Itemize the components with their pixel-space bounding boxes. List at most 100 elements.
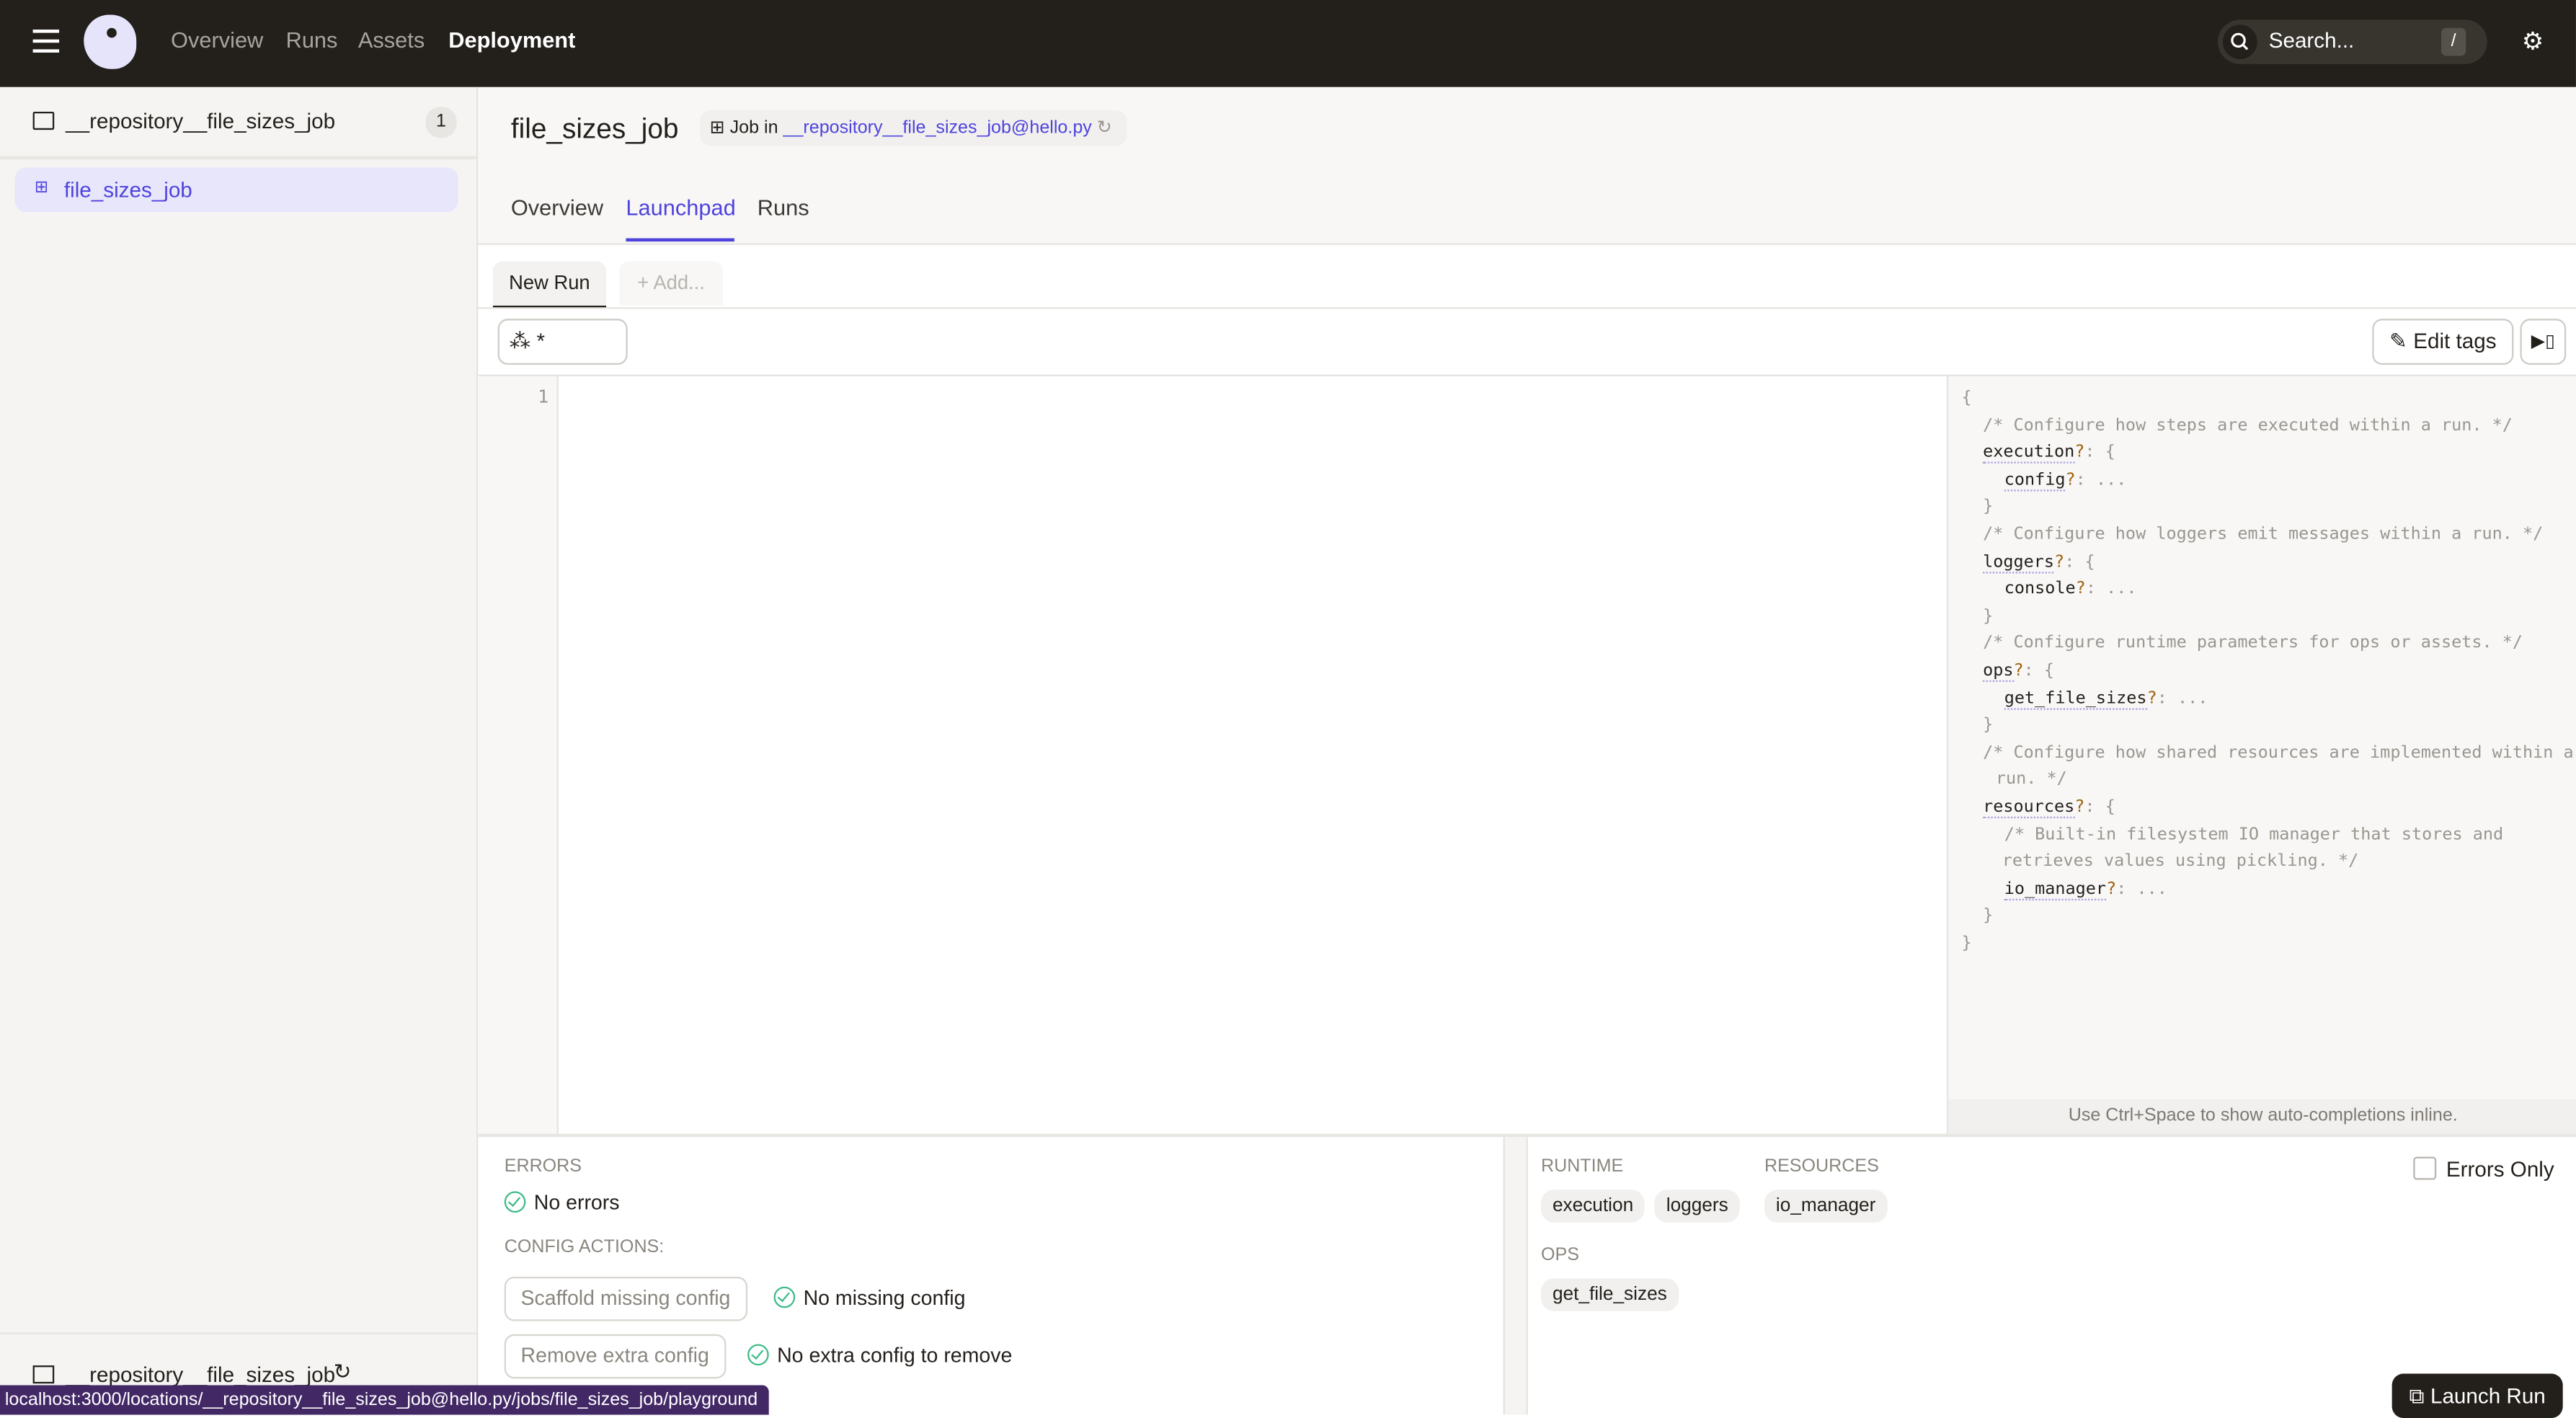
editor-gutter: 1 [478, 376, 559, 1134]
nav-overview[interactable]: Overview [171, 28, 263, 53]
remove-extra-config-button[interactable]: Remove extra config [504, 1334, 726, 1379]
nav-runs[interactable]: Runs [286, 28, 338, 53]
schema-line: run. */ [1996, 770, 2067, 796]
job-graph-icon: ⊞ [709, 118, 725, 138]
schema-punct: ? [2146, 688, 2157, 708]
schema-key: io_manager [2004, 878, 2107, 900]
schema-line: } [1983, 906, 1993, 932]
schema-punct: } [1983, 497, 1994, 517]
schema-line: /* Built-in filesystem IO manager that s… [2004, 824, 2503, 850]
schema-punct: { [1961, 387, 1972, 408]
schema-punct: } [1961, 933, 1972, 953]
line-number: 1 [538, 386, 549, 408]
tab-runs[interactable]: Runs [758, 195, 809, 220]
dagster-logo[interactable] [84, 14, 137, 69]
config-editor[interactable]: 1 [478, 376, 1945, 1134]
schema-line: /* Configure how steps are executed with… [1983, 415, 2513, 441]
schema-line: /* Configure how shared resources are im… [1983, 743, 2574, 768]
tab-launchpad[interactable]: Launchpad [626, 195, 735, 220]
schema-line: config?: ... [2004, 469, 2127, 495]
config-item-io-manager[interactable]: io_manager [1764, 1189, 1888, 1223]
check-circle-icon [773, 1286, 796, 1308]
footer-repo-name[interactable]: __repository__file_sizes_job [66, 1362, 335, 1387]
repo-link[interactable]: __repository__file_sizes_job@hello.py [783, 118, 1092, 138]
reload-icon[interactable]: ↻ [334, 1359, 352, 1385]
panel-splitter[interactable] [1503, 1137, 1528, 1415]
nav-deployment[interactable]: Deployment [448, 28, 575, 53]
config-item-get-file-sizes[interactable]: get_file_sizes [1540, 1278, 1679, 1311]
reload-icon[interactable]: ↻ [1097, 118, 1112, 138]
op-selector-input[interactable]: ⁂ * [497, 319, 628, 365]
toggle-config-panel-button[interactable]: ▶▯ [2520, 319, 2567, 365]
schema-key: execution [1983, 442, 2074, 464]
config-item-execution[interactable]: execution [1540, 1189, 1645, 1223]
folder-icon [32, 111, 55, 130]
page-title: file_sizes_job [510, 113, 679, 145]
op-selector-value: * [536, 328, 546, 354]
scaffold-missing-config-button[interactable]: Scaffold missing config [504, 1277, 747, 1321]
sidebar-item-file-sizes-job[interactable]: ⊞ file_sizes_job [14, 167, 458, 213]
status-url: localhost:3000/locations/__repository__f… [4, 1390, 758, 1410]
schema-punct: ? [2074, 797, 2085, 817]
config-item-loggers[interactable]: loggers [1654, 1189, 1740, 1223]
sidebar: __repository__file_sizes_job 1 ⊞ file_si… [0, 87, 479, 1415]
checkbox-box[interactable] [2413, 1156, 2437, 1180]
errors-label: ERRORS [504, 1156, 582, 1177]
pencil-icon: ✎ [2389, 328, 2407, 354]
config-tree-panel: RUNTIME execution loggers RESOURCES io_ma… [1526, 1137, 2575, 1418]
config-actions-label: CONFIG ACTIONS: [504, 1237, 665, 1257]
repo-header[interactable]: __repository__file_sizes_job 1 [0, 87, 476, 160]
schema-line: console?: ... [2004, 579, 2137, 605]
autocomplete-hint: Use Ctrl+Space to show auto-completions … [1948, 1099, 2576, 1134]
no-errors-status: No errors [504, 1191, 620, 1214]
search-input[interactable]: Search... / [2218, 19, 2487, 64]
schema-key: config [2004, 469, 2066, 492]
check-circle-icon [747, 1344, 769, 1366]
menu-icon[interactable] [32, 30, 60, 53]
schema-key: loggers [1983, 551, 2054, 573]
schema-line: retrieves values using pickling. */ [2002, 851, 2359, 877]
schema-comment: /* Configure how steps are executed with… [1983, 415, 2513, 435]
schema-punct: : ... [2075, 469, 2127, 489]
nav-assets[interactable]: Assets [358, 28, 425, 53]
launch-run-button[interactable]: ⧉ Launch Run [2391, 1373, 2563, 1418]
schema-key: ops [1983, 660, 2014, 682]
schema-punct: } [1983, 714, 1994, 735]
launch-run-label: Launch Run [2430, 1383, 2546, 1409]
schema-docs: { /* Configure how steps are executed wit… [1948, 388, 2576, 1094]
job-in-label: Job in [729, 118, 778, 138]
schema-punct: ? [2075, 578, 2086, 599]
schema-line: } [1983, 606, 1993, 632]
no-missing-config-status: No missing config [773, 1286, 965, 1310]
schema-comment: /* Configure runtime parameters for ops … [1983, 633, 2523, 653]
schema-line: io_manager?: ... [2004, 878, 2167, 905]
schema-line: loggers?: { [1983, 551, 2095, 577]
errors-only-label: Errors Only [2446, 1156, 2554, 1182]
add-session-button[interactable]: + Add... [619, 261, 723, 306]
schema-punct: ? [2054, 551, 2065, 572]
schema-comment: run. */ [1995, 769, 2067, 789]
errors-only-checkbox[interactable]: Errors Only [2413, 1156, 2554, 1182]
session-tab-new-run[interactable]: New Run [492, 261, 607, 309]
job-location-tag: ⊞ Job in __repository__file_sizes_job@he… [699, 110, 1127, 146]
panel-toggle-icon: ▶▯ [2531, 332, 2555, 352]
top-nav-bar: Overview Runs Assets Deployment Search..… [0, 0, 2576, 87]
schema-line: get_file_sizes?: ... [2004, 688, 2208, 714]
schema-key: get_file_sizes [2004, 688, 2147, 709]
search-placeholder: Search... [2268, 27, 2355, 53]
schema-comment: retrieves values using pickling. */ [2002, 851, 2359, 872]
edit-tags-button[interactable]: ✎ Edit tags [2372, 319, 2514, 365]
active-tab-indicator [626, 238, 734, 242]
schema-punct: ? [2106, 878, 2117, 899]
schema-punct: ? [2065, 469, 2076, 489]
add-label: + Add... [637, 271, 705, 294]
schema-punct: } [1983, 905, 1994, 926]
gear-icon[interactable]: ⚙ [2522, 30, 2546, 54]
main-content: file_sizes_job ⊞ Job in __repository__fi… [478, 87, 2576, 1418]
schema-key: console [2004, 578, 2076, 599]
schema-line: /* Configure runtime parameters for ops … [1983, 633, 2523, 659]
tab-overview[interactable]: Overview [511, 195, 603, 220]
page-header: file_sizes_job ⊞ Job in __repository__fi… [478, 87, 2576, 245]
resources-label: RESOURCES [1764, 1156, 1879, 1177]
schema-line: } [1983, 497, 1993, 523]
